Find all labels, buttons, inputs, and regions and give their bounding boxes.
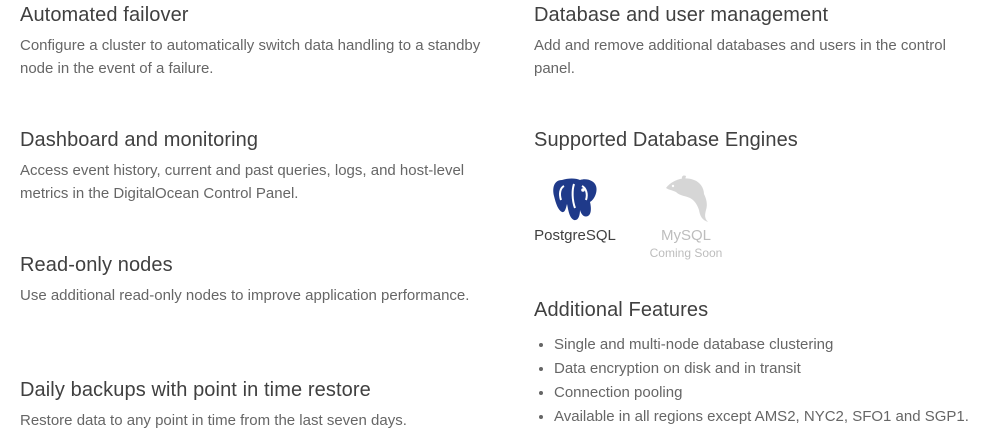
section-title: Additional Features — [534, 299, 709, 321]
engine-list: PostgreSQL MySQL Coming Soon — [534, 172, 834, 262]
mysql-dolphin-icon — [641, 172, 731, 224]
supported-engines-section: Supported Database Engines — [534, 127, 986, 153]
feature-database-user-management: Database and user management Add and rem… — [534, 2, 986, 80]
feature-description: Access event history, current and past q… — [20, 162, 465, 202]
section-title: Supported Database Engines — [534, 129, 798, 151]
engine-name: MySQL — [660, 227, 711, 244]
feature-title: Automated failover — [20, 4, 189, 26]
engine-name: PostgreSQL — [534, 227, 616, 244]
engine-postgresql: PostgreSQL — [530, 172, 620, 246]
feature-description: Add and remove additional databases and … — [534, 37, 946, 77]
feature-description: Use additional read-only nodes to improv… — [20, 287, 470, 304]
feature-title: Daily backups with point in time restore — [20, 379, 371, 401]
feature-read-only-nodes: Read-only nodes Use additional read-only… — [20, 252, 490, 307]
list-item: Single and multi-node database clusterin… — [554, 333, 986, 357]
list-item: Connection pooling — [554, 381, 986, 405]
feature-description: Restore data to any point in time from t… — [20, 412, 407, 429]
list-item: Available in all regions except AMS2, NY… — [554, 405, 986, 429]
feature-title: Database and user management — [534, 4, 829, 26]
additional-features-section: Additional Features Single and multi-nod… — [534, 297, 986, 429]
additional-features-list: Single and multi-node database clusterin… — [534, 333, 986, 429]
feature-automated-failover: Automated failover Configure a cluster t… — [20, 2, 490, 80]
feature-daily-backups: Daily backups with point in time restore… — [20, 377, 490, 432]
list-item: Data encryption on disk and in transit — [554, 357, 986, 381]
feature-title: Read-only nodes — [20, 254, 173, 276]
feature-description: Configure a cluster to automatically swi… — [20, 37, 481, 77]
postgresql-elephant-icon — [530, 172, 620, 224]
feature-dashboard-monitoring: Dashboard and monitoring Access event hi… — [20, 127, 490, 205]
feature-title: Dashboard and monitoring — [20, 129, 259, 151]
engine-status-badge: Coming Soon — [649, 246, 723, 260]
engine-mysql: MySQL Coming Soon — [641, 172, 731, 260]
